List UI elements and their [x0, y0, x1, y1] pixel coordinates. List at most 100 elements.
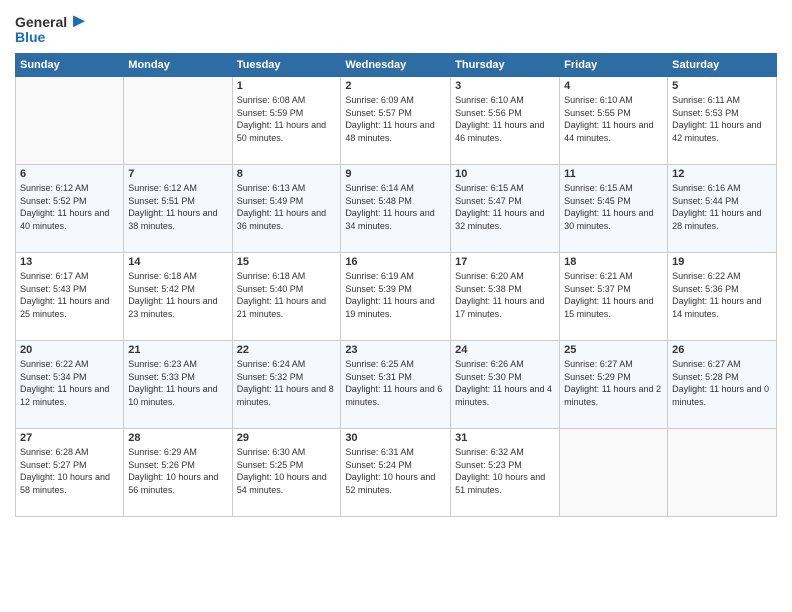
day-info: Sunrise: 6:10 AM Sunset: 5:56 PM Dayligh…	[455, 94, 555, 144]
day-info: Sunrise: 6:08 AM Sunset: 5:59 PM Dayligh…	[237, 94, 337, 144]
day-number: 19	[672, 256, 772, 268]
day-info: Sunrise: 6:23 AM Sunset: 5:33 PM Dayligh…	[128, 358, 227, 408]
day-number: 13	[20, 256, 119, 268]
day-number: 12	[672, 168, 772, 180]
day-number: 25	[564, 344, 663, 356]
calendar-cell: 27 Sunrise: 6:28 AM Sunset: 5:27 PM Dayli…	[16, 429, 124, 517]
weekday-header-row: SundayMondayTuesdayWednesdayThursdayFrid…	[16, 54, 777, 77]
calendar-cell: 20 Sunrise: 6:22 AM Sunset: 5:34 PM Dayli…	[16, 341, 124, 429]
calendar-cell: 17Sunrise: 6:20 AM Sunset: 5:38 PM Dayli…	[451, 253, 560, 341]
calendar-cell: 4 Sunrise: 6:10 AM Sunset: 5:55 PM Daylig…	[560, 77, 668, 165]
day-info: Sunrise: 6:28 AM Sunset: 5:27 PM Dayligh…	[20, 446, 119, 496]
day-number: 8	[237, 168, 337, 180]
day-number: 2	[345, 80, 446, 92]
day-number: 5	[672, 80, 772, 92]
day-info: Sunrise: 6:12 AM Sunset: 5:51 PM Dayligh…	[128, 182, 227, 232]
day-number: 28	[128, 432, 227, 444]
day-number: 16	[345, 256, 446, 268]
calendar-cell: 21 Sunrise: 6:23 AM Sunset: 5:33 PM Dayli…	[124, 341, 232, 429]
calendar-cell: 25Sunrise: 6:27 AM Sunset: 5:29 PM Dayli…	[560, 341, 668, 429]
calendar-cell	[124, 77, 232, 165]
day-info: Sunrise: 6:19 AM Sunset: 5:39 PM Dayligh…	[345, 270, 446, 320]
day-info: Sunrise: 6:15 AM Sunset: 5:47 PM Dayligh…	[455, 182, 555, 232]
day-number: 20	[20, 344, 119, 356]
day-number: 3	[455, 80, 555, 92]
calendar-cell: 15Sunrise: 6:18 AM Sunset: 5:40 PM Dayli…	[232, 253, 341, 341]
day-info: Sunrise: 6:22 AM Sunset: 5:34 PM Dayligh…	[20, 358, 119, 408]
day-number: 9	[345, 168, 446, 180]
day-number: 24	[455, 344, 555, 356]
day-info: Sunrise: 6:29 AM Sunset: 5:26 PM Dayligh…	[128, 446, 227, 496]
day-info: Sunrise: 6:18 AM Sunset: 5:42 PM Dayligh…	[128, 270, 227, 320]
weekday-header-thursday: Thursday	[451, 54, 560, 77]
day-number: 4	[564, 80, 663, 92]
day-info: Sunrise: 6:13 AM Sunset: 5:49 PM Dayligh…	[237, 182, 337, 232]
calendar-cell	[16, 77, 124, 165]
page-container: General ► Blue SundayMondayTuesdayWednes…	[0, 0, 792, 612]
calendar: SundayMondayTuesdayWednesdayThursdayFrid…	[15, 53, 777, 517]
calendar-cell	[668, 429, 777, 517]
day-info: Sunrise: 6:17 AM Sunset: 5:43 PM Dayligh…	[20, 270, 119, 320]
day-info: Sunrise: 6:31 AM Sunset: 5:24 PM Dayligh…	[345, 446, 446, 496]
day-number: 27	[20, 432, 119, 444]
day-info: Sunrise: 6:11 AM Sunset: 5:53 PM Dayligh…	[672, 94, 772, 144]
calendar-cell: 7 Sunrise: 6:12 AM Sunset: 5:51 PM Daylig…	[124, 165, 232, 253]
day-number: 7	[128, 168, 227, 180]
weekday-header-tuesday: Tuesday	[232, 54, 341, 77]
day-number: 23	[345, 344, 446, 356]
calendar-cell: 22 Sunrise: 6:24 AM Sunset: 5:32 PM Dayli…	[232, 341, 341, 429]
day-info: Sunrise: 6:09 AM Sunset: 5:57 PM Dayligh…	[345, 94, 446, 144]
day-info: Sunrise: 6:24 AM Sunset: 5:32 PM Dayligh…	[237, 358, 337, 408]
week-row-2: 6 Sunrise: 6:12 AM Sunset: 5:52 PM Daylig…	[16, 165, 777, 253]
calendar-cell: 19Sunrise: 6:22 AM Sunset: 5:36 PM Dayli…	[668, 253, 777, 341]
day-number: 1	[237, 80, 337, 92]
day-number: 26	[672, 344, 772, 356]
day-number: 15	[237, 256, 337, 268]
calendar-cell: 1 Sunrise: 6:08 AM Sunset: 5:59 PM Daylig…	[232, 77, 341, 165]
calendar-cell: 5 Sunrise: 6:11 AM Sunset: 5:53 PM Daylig…	[668, 77, 777, 165]
calendar-cell: 8 Sunrise: 6:13 AM Sunset: 5:49 PM Daylig…	[232, 165, 341, 253]
day-info: Sunrise: 6:21 AM Sunset: 5:37 PM Dayligh…	[564, 270, 663, 320]
day-info: Sunrise: 6:14 AM Sunset: 5:48 PM Dayligh…	[345, 182, 446, 232]
day-number: 6	[20, 168, 119, 180]
calendar-cell: 11 Sunrise: 6:15 AM Sunset: 5:45 PM Dayli…	[560, 165, 668, 253]
week-row-4: 20 Sunrise: 6:22 AM Sunset: 5:34 PM Dayli…	[16, 341, 777, 429]
day-info: Sunrise: 6:15 AM Sunset: 5:45 PM Dayligh…	[564, 182, 663, 232]
calendar-cell: 16 Sunrise: 6:19 AM Sunset: 5:39 PM Dayli…	[341, 253, 451, 341]
day-info: Sunrise: 6:32 AM Sunset: 5:23 PM Dayligh…	[455, 446, 555, 496]
day-number: 18	[564, 256, 663, 268]
day-number: 21	[128, 344, 227, 356]
week-row-1: 1 Sunrise: 6:08 AM Sunset: 5:59 PM Daylig…	[16, 77, 777, 165]
weekday-header-saturday: Saturday	[668, 54, 777, 77]
calendar-cell: 18 Sunrise: 6:21 AM Sunset: 5:37 PM Dayli…	[560, 253, 668, 341]
logo-bird-icon: ►	[69, 10, 89, 33]
day-number: 14	[128, 256, 227, 268]
week-row-5: 27 Sunrise: 6:28 AM Sunset: 5:27 PM Dayli…	[16, 429, 777, 517]
day-number: 10	[455, 168, 555, 180]
weekday-header-friday: Friday	[560, 54, 668, 77]
calendar-cell: 28 Sunrise: 6:29 AM Sunset: 5:26 PM Dayli…	[124, 429, 232, 517]
day-info: Sunrise: 6:30 AM Sunset: 5:25 PM Dayligh…	[237, 446, 337, 496]
calendar-cell: 31 Sunrise: 6:32 AM Sunset: 5:23 PM Dayli…	[451, 429, 560, 517]
calendar-cell: 29Sunrise: 6:30 AM Sunset: 5:25 PM Dayli…	[232, 429, 341, 517]
day-info: Sunrise: 6:16 AM Sunset: 5:44 PM Dayligh…	[672, 182, 772, 232]
calendar-cell: 9 Sunrise: 6:14 AM Sunset: 5:48 PM Daylig…	[341, 165, 451, 253]
day-info: Sunrise: 6:27 AM Sunset: 5:28 PM Dayligh…	[672, 358, 772, 408]
weekday-header-wednesday: Wednesday	[341, 54, 451, 77]
weekday-header-sunday: Sunday	[16, 54, 124, 77]
calendar-cell	[560, 429, 668, 517]
weekday-header-monday: Monday	[124, 54, 232, 77]
calendar-cell: 23 Sunrise: 6:25 AM Sunset: 5:31 PM Dayli…	[341, 341, 451, 429]
day-info: Sunrise: 6:25 AM Sunset: 5:31 PM Dayligh…	[345, 358, 446, 408]
day-number: 31	[455, 432, 555, 444]
calendar-cell: 26 Sunrise: 6:27 AM Sunset: 5:28 PM Dayli…	[668, 341, 777, 429]
day-number: 22	[237, 344, 337, 356]
day-info: Sunrise: 6:10 AM Sunset: 5:55 PM Dayligh…	[564, 94, 663, 144]
day-info: Sunrise: 6:26 AM Sunset: 5:30 PM Dayligh…	[455, 358, 555, 408]
calendar-cell: 10 Sunrise: 6:15 AM Sunset: 5:47 PM Dayli…	[451, 165, 560, 253]
logo-text: General	[15, 14, 67, 30]
day-number: 11	[564, 168, 663, 180]
logo: General ► Blue	[15, 10, 89, 45]
day-info: Sunrise: 6:20 AM Sunset: 5:38 PM Dayligh…	[455, 270, 555, 320]
day-info: Sunrise: 6:12 AM Sunset: 5:52 PM Dayligh…	[20, 182, 119, 232]
